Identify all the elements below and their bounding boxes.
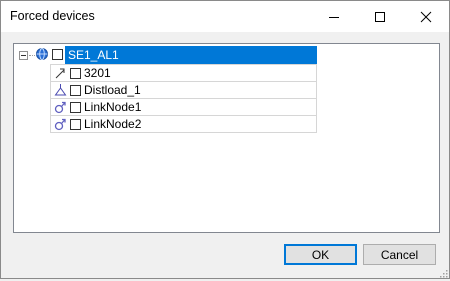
root-checkbox[interactable] — [52, 49, 63, 60]
maximize-button[interactable] — [357, 1, 403, 32]
link-node-icon — [54, 117, 67, 134]
tree-child-row[interactable]: 3201 — [50, 64, 317, 82]
device-checkbox[interactable] — [70, 119, 81, 130]
device-label: LinkNode1 — [84, 100, 142, 114]
dialog-title: Forced devices — [10, 9, 95, 23]
minimize-button[interactable] — [311, 1, 357, 32]
cancel-button[interactable]: Cancel — [363, 244, 436, 265]
tree-child-row[interactable]: Distload_1 — [50, 81, 317, 99]
device-label: LinkNode2 — [84, 117, 142, 131]
device-tree[interactable]: SE1_AL1 3201 Distload_1 LinkNode1 LinkNo… — [13, 43, 440, 233]
ok-button[interactable]: OK — [284, 244, 357, 265]
tree-root-node[interactable]: SE1_AL1 — [65, 46, 317, 64]
close-button[interactable] — [403, 1, 449, 32]
device-checkbox[interactable] — [70, 85, 81, 96]
device-label: 3201 — [84, 66, 111, 80]
maximize-icon — [375, 11, 385, 22]
minimize-icon — [329, 16, 339, 18]
globe-icon — [35, 47, 49, 64]
tree-root-label: SE1_AL1 — [68, 48, 119, 62]
tree-child-row[interactable]: LinkNode1 — [50, 98, 317, 116]
close-icon — [420, 11, 432, 22]
collapse-toggle[interactable] — [19, 51, 28, 60]
device-checkbox[interactable] — [70, 102, 81, 113]
device-checkbox[interactable] — [70, 68, 81, 79]
dialog-window: Forced devices SE1_AL1 3201 Distload_1 L… — [0, 0, 450, 279]
tree-child-row[interactable]: LinkNode2 — [50, 115, 317, 133]
title-bar: Forced devices — [1, 1, 449, 32]
device-label: Distload_1 — [84, 83, 141, 97]
